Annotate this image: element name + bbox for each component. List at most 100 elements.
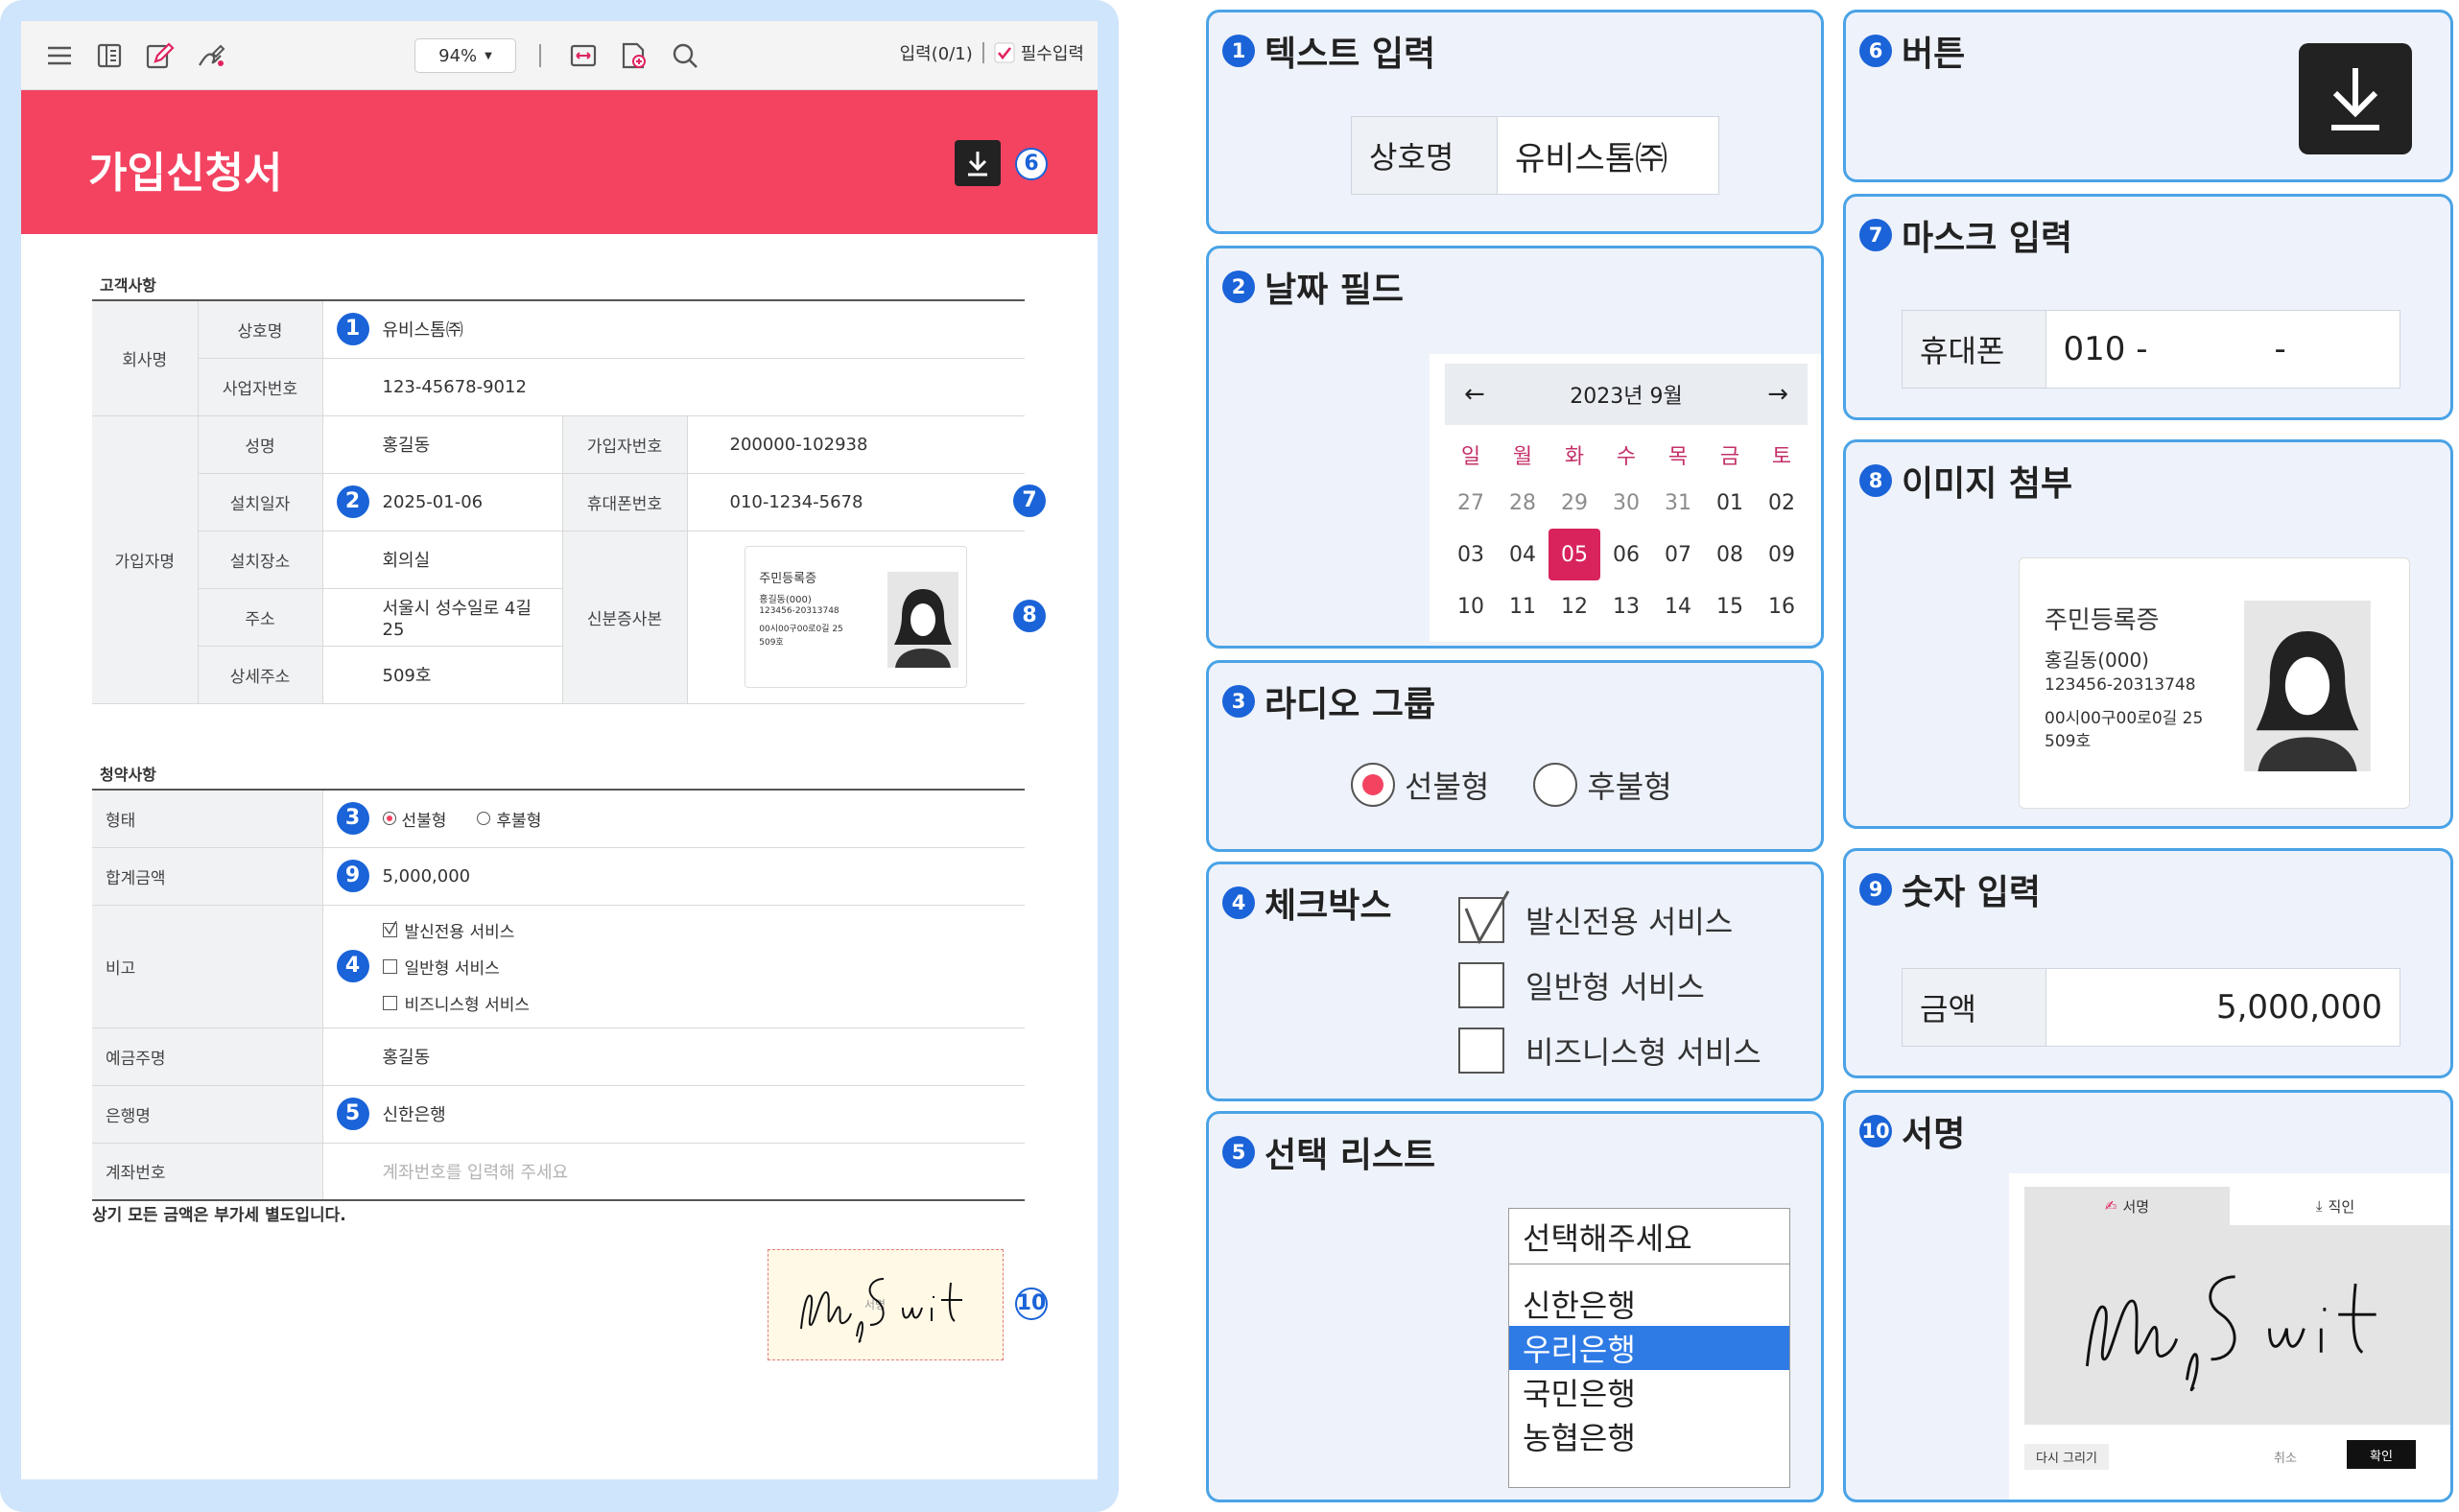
select-option[interactable]: 우리은행	[1509, 1326, 1789, 1370]
calendar-day[interactable]: 10	[1445, 580, 1497, 632]
mask-input-field[interactable]: 휴대폰 010 - -	[1902, 310, 2400, 389]
download-icon: ⤓	[2315, 1197, 2323, 1215]
address-detail-field[interactable]: 509호	[383, 666, 432, 686]
name-field[interactable]: 홍길동	[383, 436, 431, 456]
tab-sign[interactable]: ✍ 서명	[2024, 1187, 2230, 1225]
id-card-image[interactable]: 주민등록증 홍길동(000) 123456-20313748 00시00구00로…	[745, 546, 968, 688]
sub-no-field[interactable]: 200000-102938	[730, 435, 868, 455]
address-field[interactable]: 서울시 성수일로 4길 25	[383, 599, 532, 640]
calendar-day[interactable]: 16	[1756, 580, 1808, 632]
text-input-field[interactable]: 상호명 유비스톰㈜	[1351, 116, 1719, 195]
radio-prepaid-label: 선불형	[401, 811, 447, 831]
panel-title: 날짜 필드	[1265, 271, 1405, 310]
calendar-day[interactable]: 06	[1600, 529, 1652, 580]
select-option[interactable]: 농협은행	[1509, 1414, 1789, 1458]
thumbnail-panel-icon[interactable]	[94, 40, 125, 71]
total-field[interactable]: 5,000,000	[383, 866, 471, 886]
select-option[interactable]: 국민은행	[1509, 1370, 1789, 1414]
edit-document-icon[interactable]	[144, 40, 175, 71]
biz-name-label: 상호명	[198, 299, 323, 359]
redraw-button[interactable]: 다시 그리기	[2024, 1444, 2109, 1470]
calendar-day-selected[interactable]: 05	[1549, 529, 1600, 580]
phone-field[interactable]: 010-1234-5678	[730, 492, 863, 512]
select-current[interactable]: 선택해주세요	[1509, 1209, 1789, 1264]
checkbox-business-label: 비즈니스형 서비스	[404, 995, 531, 1015]
checkbox-general[interactable]: 일반형 서비스	[382, 948, 531, 984]
bank-select[interactable]: 신한은행	[383, 1101, 446, 1126]
calendar-day[interactable]: 29	[1549, 477, 1600, 529]
calendar-day[interactable]: 15	[1704, 580, 1756, 632]
zoom-select[interactable]: 94% ▼	[414, 38, 516, 73]
add-page-icon[interactable]	[618, 40, 649, 71]
number-input-field[interactable]: 금액 5,000,000	[1902, 968, 2400, 1047]
fit-width-icon[interactable]	[568, 40, 599, 71]
calendar-day[interactable]: 07	[1652, 529, 1704, 580]
calendar-day[interactable]: 03	[1445, 529, 1497, 580]
install-place-field[interactable]: 회의실	[383, 551, 431, 571]
calendar-day[interactable]: 13	[1600, 580, 1652, 632]
radio-prepaid-large[interactable]: 선불형	[1351, 763, 1489, 807]
checkbox-outgoing-label: 발신전용 서비스	[404, 922, 515, 942]
download-button-large[interactable]	[2299, 43, 2412, 154]
id-card-image-large[interactable]: 주민등록증 홍길동(000) 123456-20313748 00시00구00로…	[2019, 557, 2410, 809]
next-month-arrow-icon[interactable]: →	[1767, 380, 1788, 409]
calendar-day[interactable]: 28	[1497, 477, 1549, 529]
bank-select-list[interactable]: 선택해주세요 신한은행 우리은행 국민은행 농협은행	[1508, 1208, 1790, 1488]
required-checkbox[interactable]: 필수입력	[994, 40, 1084, 65]
signature-canvas[interactable]	[2024, 1225, 2450, 1425]
checkbox-outgoing-only[interactable]: 발신전용 서비스	[382, 911, 531, 948]
calendar-day[interactable]: 27	[1445, 477, 1497, 529]
checkbox-outgoing-large[interactable]: 발신전용 서비스	[1458, 890, 1733, 945]
calendar-day[interactable]: 11	[1497, 580, 1549, 632]
download-button[interactable]	[955, 140, 1001, 186]
calendar-day[interactable]: 14	[1652, 580, 1704, 632]
confirm-button[interactable]: 확인	[2347, 1440, 2416, 1469]
input-status: 입력(0/1)	[899, 44, 973, 64]
select-option[interactable]: 신한은행	[1509, 1282, 1789, 1326]
checkbox-general-large[interactable]: 일반형 서비스	[1458, 962, 1705, 1008]
tab-stamp[interactable]: ⤓ 직인	[2230, 1187, 2441, 1225]
holder-field[interactable]: 홍길동	[383, 1048, 431, 1068]
calendar-day[interactable]: 12	[1549, 580, 1600, 632]
calendar: ← 2023년 9월 → 일 월 화 수 목 금 토 27 28 29 30 31 01 02 03 04 05…	[1430, 354, 1821, 642]
holder-label: 예금주명	[92, 1028, 323, 1086]
account-input[interactable]: 계좌번호를 입력해 주세요	[383, 1163, 569, 1183]
address-detail-label: 상세주소	[198, 646, 323, 704]
name-label: 성명	[198, 415, 323, 474]
menu-icon[interactable]	[44, 40, 75, 71]
signature-field[interactable]: 서명	[768, 1249, 1004, 1360]
panel-title: 텍스트 입력	[1265, 35, 1436, 74]
badge-10: 10	[1015, 1288, 1048, 1320]
checkmark-icon	[994, 42, 1015, 63]
calendar-day[interactable]: 09	[1756, 529, 1808, 580]
signature-tool-icon[interactable]	[196, 40, 226, 71]
document-viewer: 94% ▼ 입력(0/1) 필수입력 가입신청서 6 고객사항 회사명 상호명 1…	[21, 21, 1098, 1479]
install-place-label: 설치장소	[198, 531, 323, 589]
install-date-field[interactable]: 2025-01-06	[383, 492, 484, 512]
calendar-day[interactable]: 01	[1704, 477, 1756, 529]
tab-sign-label: 서명	[2122, 1197, 2150, 1216]
radio-postpaid[interactable]: 후불형	[477, 807, 541, 831]
biz-name-field[interactable]: 유비스톰㈜	[383, 317, 463, 342]
calendar-day[interactable]: 31	[1652, 477, 1704, 529]
prev-month-arrow-icon[interactable]: ←	[1464, 380, 1485, 409]
cancel-button[interactable]: 취소	[2274, 1448, 2297, 1466]
search-icon[interactable]	[670, 40, 700, 71]
checkbox-business[interactable]: 비즈니스형 서비스	[382, 984, 531, 1021]
calendar-day[interactable]: 30	[1600, 477, 1652, 529]
weekday-header: 금	[1719, 445, 1740, 469]
panel-title: 마스크 입력	[1902, 219, 2073, 258]
badge-7: 7	[1013, 484, 1046, 517]
radio-prepaid[interactable]: 선불형	[382, 807, 447, 831]
weekday-header: 목	[1667, 445, 1689, 469]
calendar-day[interactable]: 04	[1497, 529, 1549, 580]
badge-2: 2	[336, 485, 369, 518]
id-card-address-detail: 509호	[2045, 732, 2092, 751]
calendar-day[interactable]: 08	[1704, 529, 1756, 580]
id-card-address-detail: 509호	[759, 638, 784, 648]
radio-label: 선불형	[1405, 768, 1490, 805]
calendar-day[interactable]: 02	[1756, 477, 1808, 529]
checkbox-business-large[interactable]: 비즈니스형 서비스	[1458, 1028, 1761, 1074]
radio-postpaid-large[interactable]: 후불형	[1533, 763, 1672, 807]
biz-no-field[interactable]: 123-45678-9012	[383, 377, 527, 397]
